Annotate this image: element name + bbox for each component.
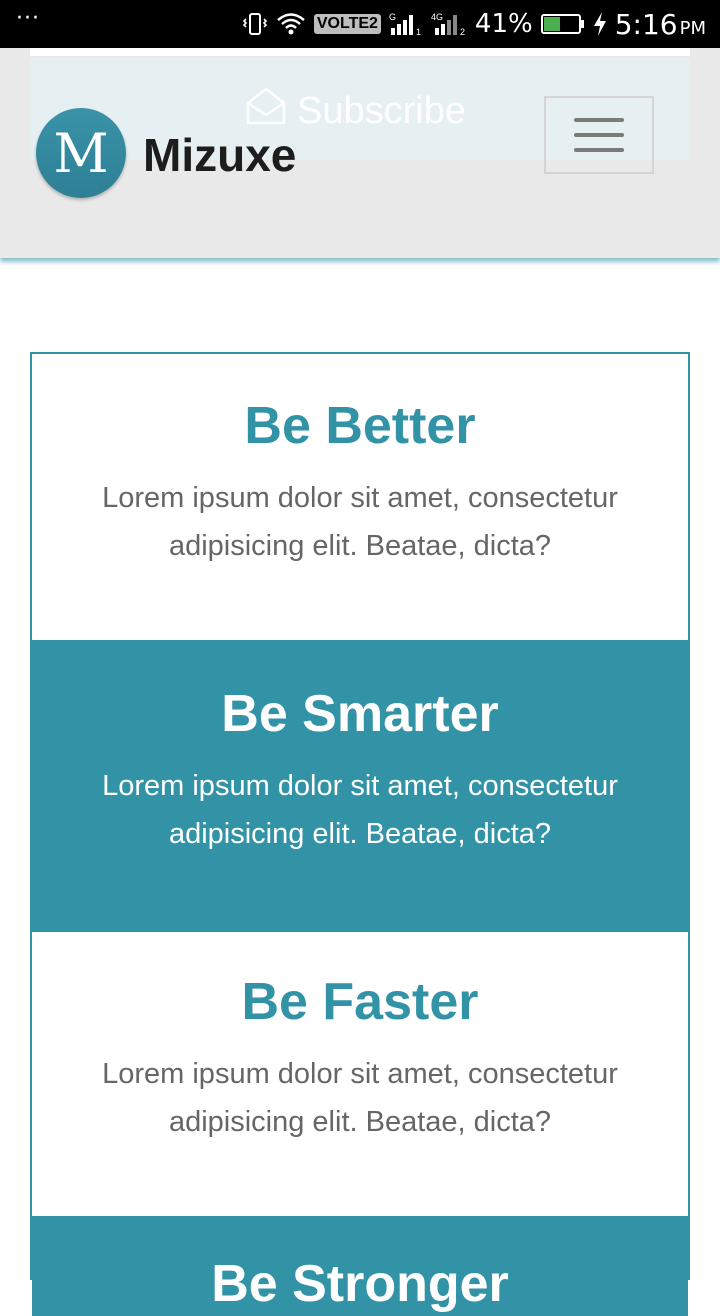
menu-line (574, 118, 624, 122)
vibrate-icon (242, 11, 268, 37)
feature-title: Be Smarter (221, 685, 499, 743)
features-section: Be Better Lorem ipsum dolor sit amet, co… (30, 352, 690, 1316)
feature-title: Be Faster (241, 973, 479, 1031)
hamburger-menu-icon[interactable] (544, 96, 654, 174)
brand-logo[interactable]: M (36, 108, 126, 198)
subscribe-label: Subscribe (297, 89, 466, 132)
menu-line (574, 148, 624, 152)
feature-title: Be Better (244, 397, 476, 455)
feature-text: Lorem ipsum dolor sit amet, consectetur … (102, 482, 618, 562)
clock-ampm: PM (679, 17, 706, 39)
site-header: Subscribe M Mizuxe (0, 48, 720, 258)
battery-percent: 41% (474, 9, 533, 39)
feature-box: Be Faster Lorem ipsum dolor sit amet, co… (32, 932, 688, 1216)
header-top-strip (30, 48, 690, 56)
feature-title: Be Stronger (211, 1255, 509, 1313)
status-icons: VOLTE2 G1 4G 2 41% 5:16 PM (242, 0, 706, 48)
feature-box: Be Stronger (32, 1216, 688, 1316)
feature-box: Be Better Lorem ipsum dolor sit amet, co… (32, 354, 688, 640)
net1-label: G (389, 12, 396, 22)
signal-2-icon: 4G 2 (431, 11, 467, 37)
clock-time: 5:16 (614, 7, 678, 41)
wifi-icon (276, 11, 306, 37)
brand-name[interactable]: Mizuxe (143, 128, 296, 182)
volte-badge: VOLTE2 (313, 14, 381, 34)
menu-line (574, 133, 624, 137)
net2-label: 4G (431, 12, 443, 22)
svg-text:2: 2 (460, 27, 465, 37)
status-bar: ··· VOLTE2 G1 4G 2 41% 5:16 PM (0, 0, 720, 48)
clock: 5:16 PM (615, 8, 706, 41)
notification-overflow-icon: ··· (16, 6, 40, 31)
signal-icon: G1 (389, 11, 423, 37)
feature-text: Lorem ipsum dolor sit amet, consectetur … (102, 770, 618, 850)
charging-icon (593, 11, 607, 37)
feature-text: Lorem ipsum dolor sit amet, consectetur … (102, 1058, 618, 1138)
feature-box: Be Smarter Lorem ipsum dolor sit amet, c… (32, 640, 688, 932)
svg-text:1: 1 (416, 27, 421, 37)
battery-icon (540, 12, 585, 36)
